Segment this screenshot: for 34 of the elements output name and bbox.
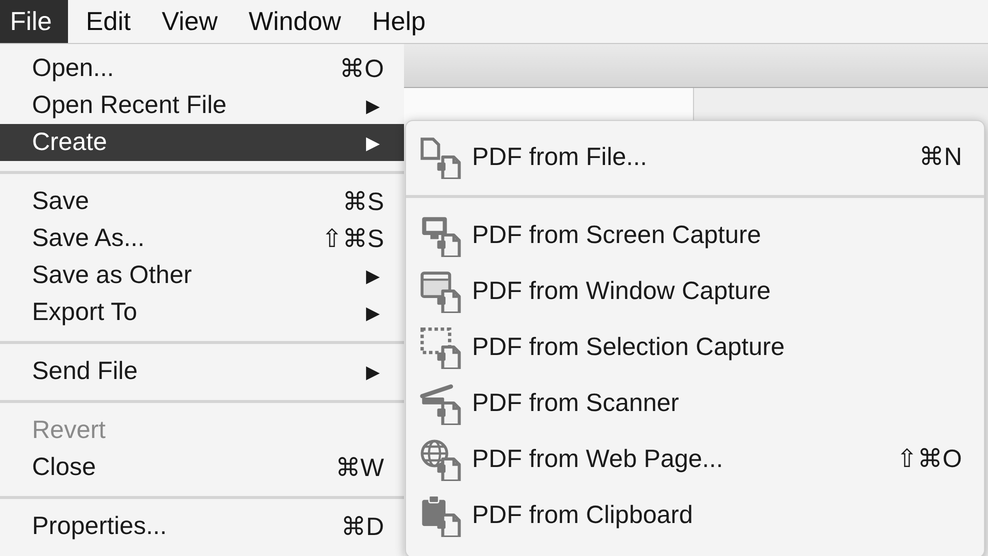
menubar-item[interactable]: Help: [354, 0, 439, 43]
submenu-item[interactable]: PDF from File... ⌘N: [406, 129, 984, 185]
menubar-item[interactable]: View: [144, 0, 231, 43]
submenu-item[interactable]: PDF from Selection Capture: [406, 319, 984, 375]
menu-item[interactable]: Open Recent File ▶: [0, 87, 404, 124]
menu-item[interactable]: Save As... ⇧⌘S: [0, 220, 404, 257]
submenu-arrow: ▶: [366, 94, 381, 116]
menubar-item[interactable]: Window: [230, 0, 354, 43]
submenu-item[interactable]: PDF from Screen Capture: [406, 207, 984, 263]
keyboard-shortcut: ⇧⌘S: [321, 224, 384, 254]
submenu-item[interactable]: PDF from Clipboard: [406, 487, 984, 543]
submenu-arrow: ▶: [366, 132, 381, 154]
submenu-arrow: ▶: [366, 302, 381, 324]
menu-item[interactable]: Save ⌘S: [0, 183, 404, 220]
menubar-item[interactable]: File: [0, 0, 68, 43]
keyboard-shortcut: ⌘O: [340, 54, 384, 84]
submenu-arrow: ▶: [366, 264, 381, 286]
keyboard-shortcut: ⇧⌘O: [896, 444, 962, 474]
keyboard-shortcut: ⌘W: [335, 452, 384, 482]
keyboard-shortcut: ⌘N: [918, 142, 962, 172]
submenu-arrow: ▶: [366, 360, 381, 382]
menu-item[interactable]: Save as Other ▶: [0, 257, 404, 294]
menu-item[interactable]: Create ▶: [0, 124, 404, 161]
submenu-item[interactable]: PDF from Web Page... ⇧⌘O: [406, 431, 984, 487]
keyboard-shortcut: ⌘D: [340, 512, 384, 542]
keyboard-shortcut: ⌘S: [342, 186, 384, 216]
menu-item[interactable]: Send File ▶: [0, 353, 404, 390]
menubar-item[interactable]: Edit: [68, 0, 144, 43]
submenu-item[interactable]: PDF from Window Capture: [406, 263, 984, 319]
menu-item[interactable]: Export To ▶: [0, 294, 404, 331]
menu-item[interactable]: Open... ⌘O: [0, 50, 404, 87]
submenu-item[interactable]: PDF from Scanner: [406, 375, 984, 431]
menu-item[interactable]: Properties... ⌘D: [0, 508, 404, 545]
menu-item[interactable]: Close ⌘W: [0, 449, 404, 486]
